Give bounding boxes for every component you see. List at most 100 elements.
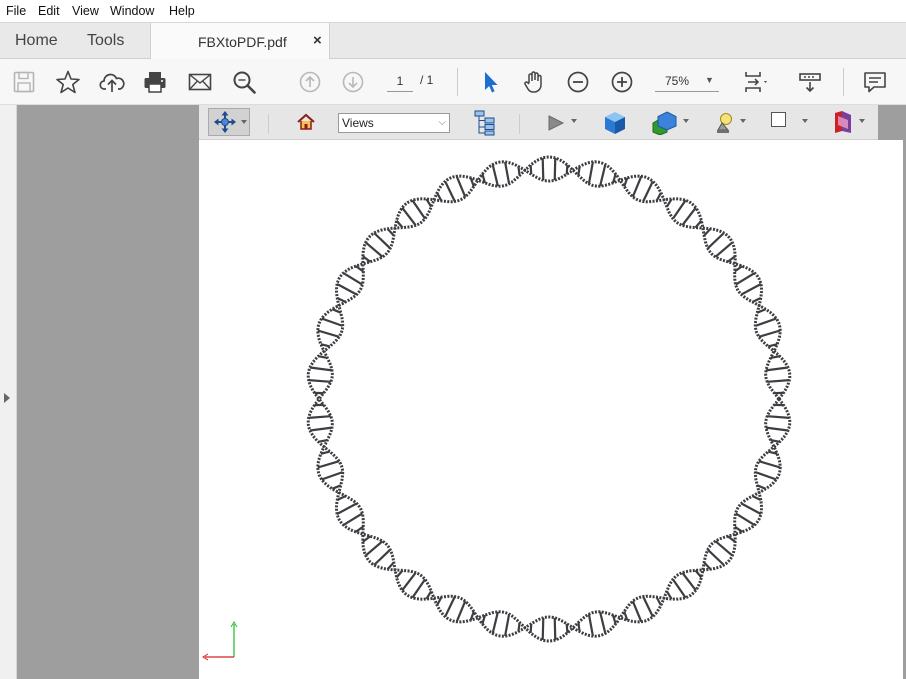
dna-base-pair: [735, 272, 756, 286]
tab-home[interactable]: Home: [15, 32, 58, 50]
select-pointer-icon[interactable]: [477, 69, 503, 95]
dna-base-pair: [672, 578, 687, 599]
chevron-down-icon[interactable]: [802, 119, 808, 123]
dna-base-pair: [541, 617, 545, 641]
chevron-down-icon: ▼: [705, 75, 714, 85]
zoom-out-icon[interactable]: [565, 69, 591, 95]
chevron-down-icon[interactable]: [683, 119, 689, 123]
menu-window[interactable]: Window: [110, 4, 154, 18]
dna-base-pair: [740, 502, 762, 515]
dna-base-pair: [364, 241, 384, 258]
print-icon[interactable]: [142, 69, 168, 95]
zoom-in-icon[interactable]: [609, 69, 635, 95]
page-fit-icon[interactable]: [742, 69, 768, 95]
play-animation-icon[interactable]: [546, 114, 566, 135]
toolbar-divider: [519, 114, 520, 134]
toolbar-divider: [457, 68, 458, 96]
scroll-mode-icon[interactable]: [797, 69, 823, 95]
views-dropdown-label: Views: [342, 116, 374, 130]
dna-base-pair: [364, 540, 384, 557]
close-tab-icon[interactable]: ×: [313, 32, 322, 49]
dna-base-pair: [672, 199, 687, 220]
dna-base-pair: [758, 329, 781, 338]
comment-icon[interactable]: [862, 69, 888, 95]
zoom-level-value: 75%: [665, 74, 690, 88]
render-mode-icon[interactable]: [650, 111, 678, 138]
menu-file[interactable]: File: [6, 4, 26, 18]
dna-base-pair: [767, 379, 790, 383]
dna-base-pair: [373, 232, 391, 250]
dna-base-pair: [681, 207, 697, 226]
zoom-level-dropdown[interactable]: 75% ▼: [655, 71, 719, 92]
menu-edit[interactable]: Edit: [38, 4, 60, 18]
3d-model-viewport[interactable]: [199, 140, 903, 679]
expand-panel-icon[interactable]: [4, 393, 10, 403]
tab-document[interactable]: FBXtoPDF.pdf ×: [150, 23, 330, 60]
dna-base-pair: [308, 379, 331, 383]
dna-base-pair: [642, 180, 654, 202]
dna-base-pair: [321, 317, 343, 327]
previous-page-icon[interactable]: [297, 69, 323, 95]
pdf-page: [199, 140, 903, 679]
lighting-icon[interactable]: [713, 111, 735, 138]
views-dropdown[interactable]: Views ⌵: [338, 113, 450, 133]
dna-base-pair: [714, 241, 734, 258]
dna-base-pair: [587, 614, 594, 637]
dna-backbone-strand: [306, 155, 792, 638]
dna-ring-model: [306, 155, 792, 643]
left-panel-rail: [0, 105, 17, 679]
tab-tools[interactable]: Tools: [87, 32, 124, 50]
dna-base-pair: [308, 415, 331, 419]
menu-view[interactable]: View: [72, 4, 99, 18]
dna-base-pair: [455, 600, 467, 623]
dna-base-pair: [553, 157, 557, 181]
3d-box-view-icon[interactable]: [604, 111, 626, 138]
dna-base-pair: [386, 228, 395, 237]
3d-toolbar: Views ⌵: [199, 105, 878, 140]
dna-base-pair: [755, 471, 777, 481]
chevron-down-icon[interactable]: [859, 119, 865, 123]
chevron-down-icon[interactable]: [571, 119, 577, 123]
dna-base-pair: [541, 157, 545, 181]
dna-base-pair: [565, 623, 569, 633]
next-page-icon[interactable]: [340, 69, 366, 95]
dna-base-pair: [342, 512, 363, 526]
cloud-upload-icon[interactable]: [99, 69, 125, 95]
dna-base-pair: [681, 572, 697, 591]
chevron-down-icon[interactable]: [740, 119, 746, 123]
save-icon[interactable]: [11, 69, 37, 95]
3d-rotate-tool-button[interactable]: [208, 108, 250, 136]
dna-base-pair: [504, 614, 511, 637]
model-tree-icon[interactable]: [474, 110, 496, 139]
dna-backbone-strand: [306, 160, 792, 643]
home-view-icon[interactable]: [296, 113, 316, 134]
dna-base-pair: [565, 165, 569, 175]
dna-base-pair: [318, 439, 328, 443]
dna-base-pair: [317, 329, 340, 338]
dna-base-pair: [517, 166, 521, 176]
dna-base-pair: [755, 317, 777, 327]
dna-base-pair: [577, 166, 581, 176]
dna-base-pair: [714, 540, 734, 557]
page-number-input[interactable]: 1: [387, 71, 413, 92]
menu-help[interactable]: Help: [169, 4, 195, 18]
dna-base-pair: [455, 175, 467, 198]
hand-tool-icon[interactable]: [521, 69, 547, 95]
dna-base-pair: [309, 426, 333, 432]
dna-base-pair: [631, 600, 643, 623]
dna-base-pair: [758, 460, 781, 469]
dna-base-pair: [491, 611, 499, 634]
axis-triad-icon: [202, 621, 238, 661]
dna-base-pair: [317, 460, 340, 469]
search-icon[interactable]: [231, 69, 257, 95]
dna-base-pair: [529, 165, 533, 175]
dna-base-pair: [599, 164, 607, 187]
mail-icon[interactable]: [187, 69, 213, 95]
cross-section-icon[interactable]: [831, 110, 855, 137]
document-tab-title: FBXtoPDF.pdf: [198, 34, 287, 50]
bookmark-star-icon[interactable]: [55, 69, 81, 95]
dna-base-pair: [321, 471, 343, 481]
background-color-icon[interactable]: [771, 112, 786, 127]
dna-base-pair: [401, 207, 417, 226]
dna-base-pair: [318, 355, 328, 359]
